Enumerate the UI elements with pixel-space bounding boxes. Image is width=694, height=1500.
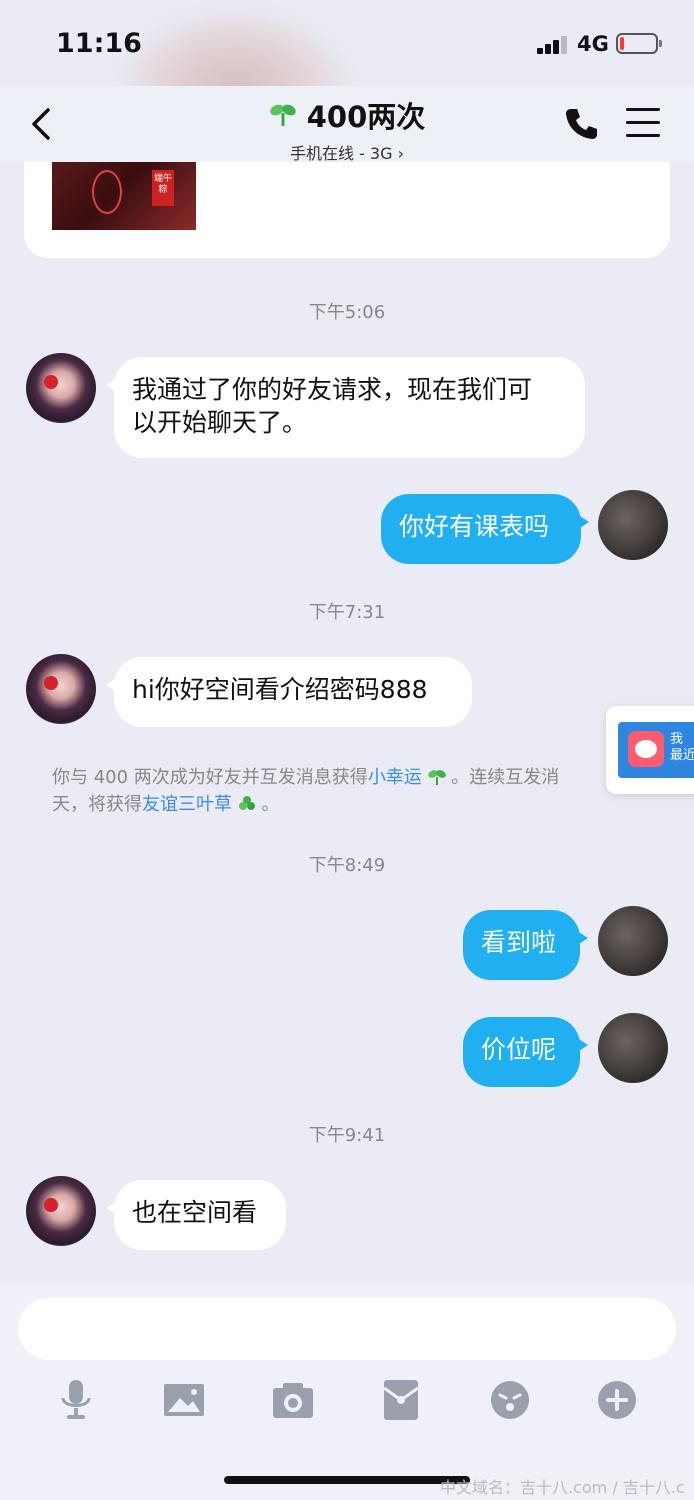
microphone-icon[interactable] [54,1378,98,1422]
lucky-link[interactable]: 小幸运 [368,767,422,788]
timestamp: 下午9:41 [308,1125,386,1146]
chevron-right-icon: › [397,144,405,163]
online-status[interactable]: 手机在线 - 3G › [0,140,694,164]
menu-icon[interactable] [626,108,660,138]
system-message: 你与 400 两次成为好友并互发消息获得小幸运 。连续互发消 天，将获得友谊三叶… [52,764,612,818]
chat-header: 400两次 手机在线 - 3G › [0,86,694,164]
my-avatar[interactable] [598,906,668,976]
system-text: 天，将获得 [52,794,142,815]
system-text: 。连续互发消 [451,767,560,788]
message-bubble-received[interactable]: 也在空间看 [106,1180,286,1250]
contact-avatar[interactable] [26,654,96,724]
timestamp: 下午5:06 [308,302,386,323]
camera-icon[interactable] [271,1378,315,1422]
message-text: 价位呢 [481,1035,557,1064]
message-text: hi你好空间看介绍密码888 [132,675,428,704]
signal-icon [537,34,569,54]
message-bubble-sent[interactable]: 看到啦 [463,910,588,980]
panda-app-icon [628,731,664,767]
input-toolbar [0,1378,694,1422]
floating-widget[interactable]: 我 最近 [606,706,694,794]
message-text: 看到啦 [481,928,557,957]
emoji-icon[interactable] [488,1378,532,1422]
battery-icon [616,33,662,54]
timestamp: 下午7:31 [308,602,386,623]
message-bubble-received[interactable]: hi你好空间看介绍密码888 [106,657,472,727]
message-bubble-received[interactable]: 我通过了你的好友请求，现在我们可 以开始聊天了。 [106,357,585,458]
timestamp: 下午8:49 [308,855,386,876]
battery-level [620,37,624,50]
message-text-cont: 以开始聊天了。 [132,408,308,437]
friendship-clover-link[interactable]: 友谊三叶草 [142,794,232,815]
image-icon[interactable] [162,1378,206,1422]
message-text: 我通过了你的好友请求，现在我们可 [132,375,533,404]
my-avatar[interactable] [598,490,668,560]
status-time: 11:16 [56,28,142,59]
network-type: 4G [577,32,609,56]
online-status-text: 手机在线 - 3G [289,144,393,163]
contact-avatar[interactable] [26,1176,96,1246]
contact-name-text: 400两次 [306,100,426,134]
message-input[interactable] [18,1298,676,1360]
lantern-decoration [92,170,122,214]
sprout-icon [427,770,446,785]
sprout-icon [270,104,296,126]
home-indicator[interactable] [224,1476,470,1484]
message-bubble-sent[interactable]: 你好有课表吗 [381,494,589,564]
message-text: 也在空间看 [132,1198,258,1227]
clover-icon [238,796,255,810]
contact-name[interactable]: 400两次 [269,94,426,136]
red-packet-icon[interactable] [379,1378,423,1422]
system-text: 。 [261,794,280,815]
watermark: 中文域名：吉十八.com / 吉十八.c [440,1478,685,1497]
floating-text-2: 最近 [670,748,694,763]
thumbnail-tag: 端午粽 [152,170,174,206]
input-panel [0,1282,694,1500]
message-bubble-sent[interactable]: 价位呢 [463,1017,588,1087]
system-text: 你与 400 两次成为好友并互发消息获得 [52,767,368,788]
phone-icon[interactable] [563,106,599,142]
my-avatar[interactable] [598,1013,668,1083]
contact-avatar[interactable] [26,353,96,423]
message-text: 你好有课表吗 [399,512,550,541]
status-bar: 11:16 4G [0,0,694,160]
floating-text-1: 我 [670,732,684,747]
plus-icon[interactable] [595,1378,639,1422]
card-thumbnail: 端午粽 [52,160,196,230]
